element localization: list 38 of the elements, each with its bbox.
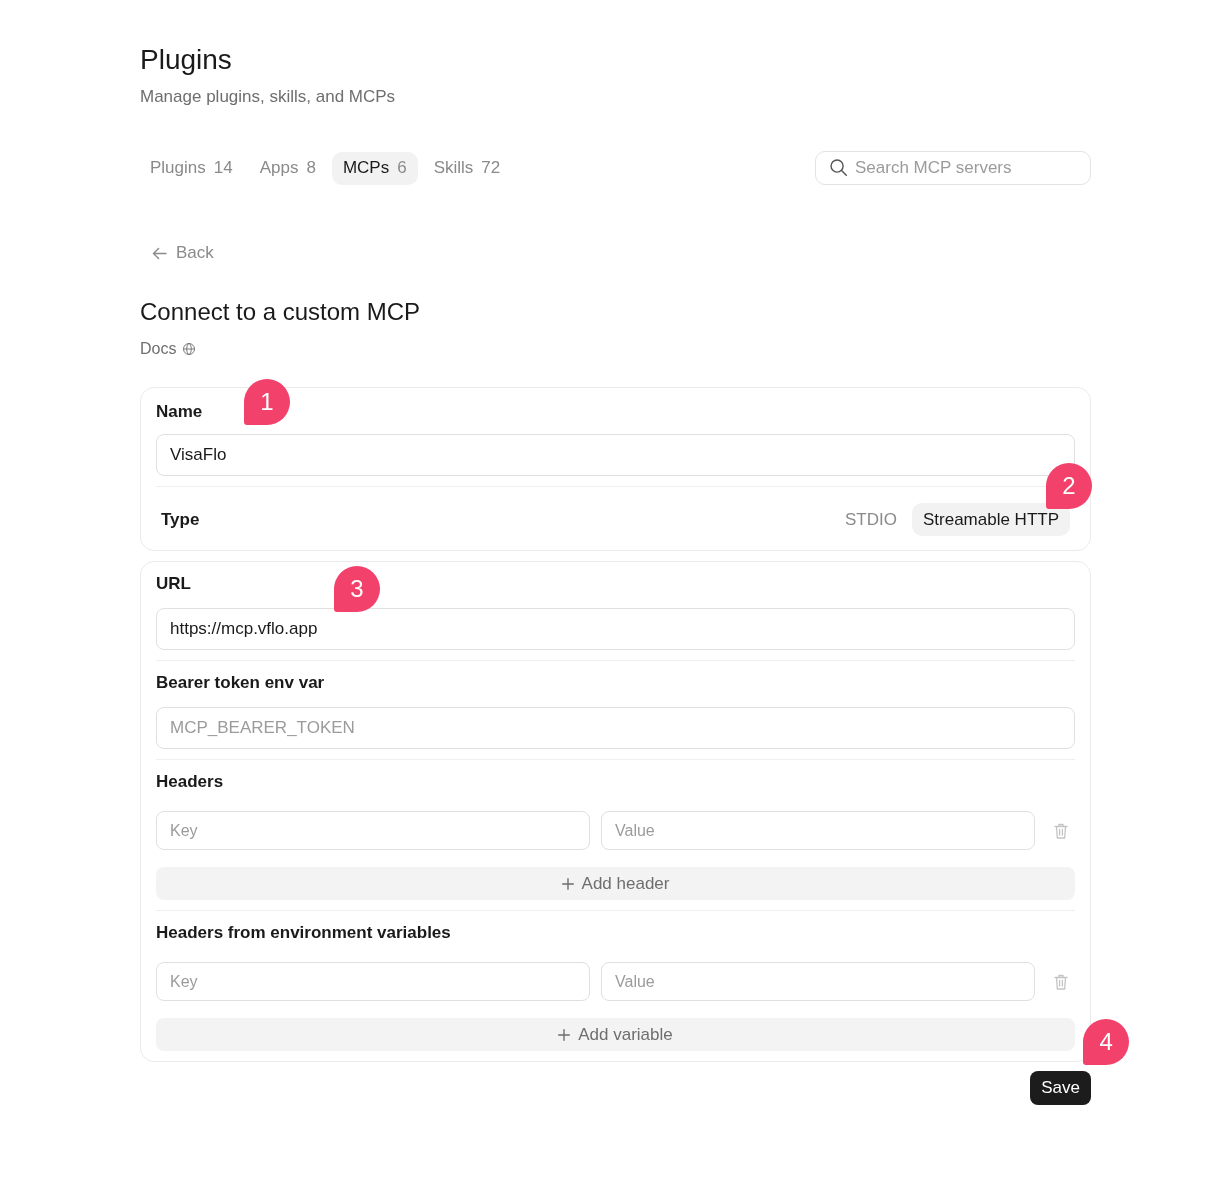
trash-icon[interactable] [1053,973,1068,990]
back-button[interactable]: Back [140,238,226,268]
search-field[interactable]: Search MCP servers [815,151,1091,185]
tab[interactable]: Apps 8 [248,151,327,185]
number-callout: 2 [1046,463,1092,509]
form-heading: Connect to a custom MCP [140,297,421,327]
type-option[interactable]: STDIO [834,503,908,536]
field-label: Name [156,401,203,423]
page-subtitle: Manage plugins, skills, and MCPs [140,86,396,108]
number-callout: 1 [244,379,290,425]
tab[interactable]: Plugins 14 [139,151,244,185]
field-label: Type [161,508,200,531]
arrow-left-icon [152,246,167,260]
docs-link[interactable]: Docs [140,339,196,359]
field-label: URL [156,573,191,595]
name-input[interactable]: VisaFlo [156,434,1075,476]
section-label: Headers [156,771,224,793]
search-icon [830,159,847,176]
tab[interactable]: MCPs 6 [331,151,418,185]
add-button[interactable]: Add variable [156,1018,1075,1051]
value-input[interactable]: Value [601,962,1035,1001]
field-label: Bearer token env var [156,672,325,694]
key-input[interactable]: Key [156,962,590,1001]
url-input[interactable]: https://mcp.vflo.app [156,608,1075,650]
plus-icon [561,877,574,890]
key-input[interactable]: Key [156,811,590,850]
token-input[interactable]: MCP_BEARER_TOKEN [156,707,1075,749]
plus-icon [558,1028,571,1041]
type-option[interactable]: Streamable HTTP [911,503,1070,536]
value-input[interactable]: Value [601,811,1035,850]
tab[interactable]: Skills 72 [422,151,512,185]
globe-icon [183,343,196,355]
save-button[interactable]: Save [1030,1071,1091,1105]
page-title: Plugins [140,43,232,77]
number-callout: 4 [1083,1019,1130,1065]
trash-icon[interactable] [1053,822,1068,839]
add-button[interactable]: Add header [156,867,1075,900]
section-label: Headers from environment variables [156,922,451,944]
